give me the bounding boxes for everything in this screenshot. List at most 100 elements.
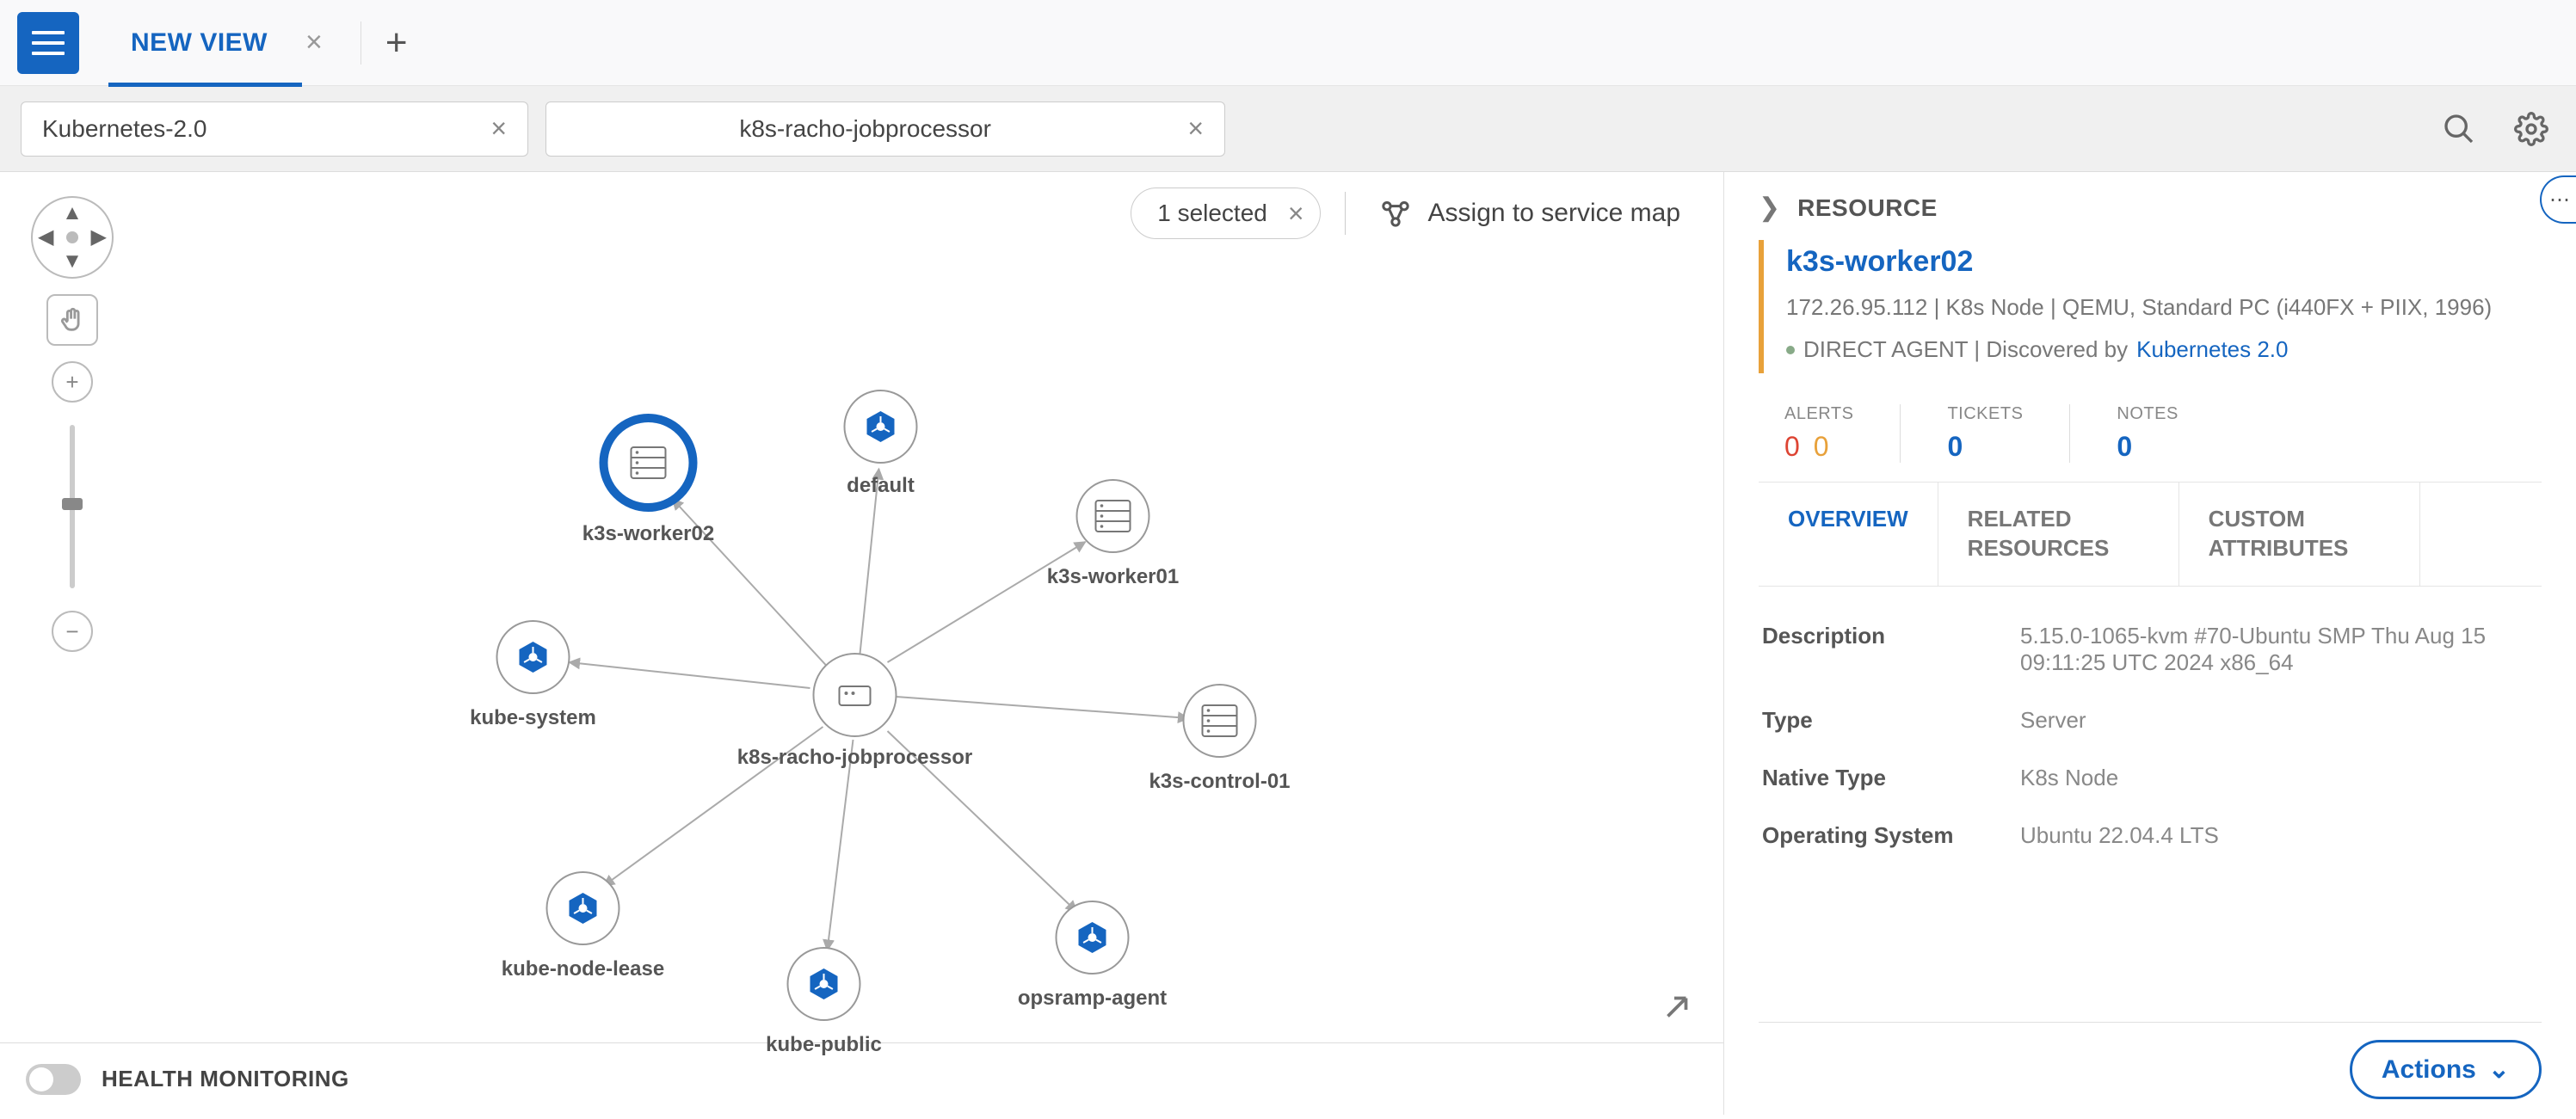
topology-canvas[interactable]: 1 selected × Assign to service map ▲ ▼ ◀… xyxy=(0,172,1724,1115)
health-toggle[interactable] xyxy=(26,1064,81,1095)
tab-new-view[interactable]: NEW VIEW × xyxy=(100,0,354,86)
svg-text:kube-system: kube-system xyxy=(470,706,596,729)
map-icon xyxy=(1378,196,1413,231)
pan-control[interactable]: ▲ ▼ ◀ ▶ xyxy=(31,196,114,279)
stat-label: TICKETS xyxy=(1947,404,2023,424)
edge xyxy=(570,662,810,688)
filter-chip-resource[interactable]: k8s-racho-jobprocessor × xyxy=(545,101,1225,157)
more-options-icon[interactable]: ⋯ xyxy=(2540,175,2576,224)
collapse-panel-icon[interactable] xyxy=(1661,992,1692,1030)
separator xyxy=(1345,192,1346,235)
svg-text:k3s-control-01: k3s-control-01 xyxy=(1149,770,1290,793)
tab-overview[interactable]: OVERVIEW xyxy=(1759,483,1938,586)
tab-custom-attributes[interactable]: CUSTOM ATTRIBUTES xyxy=(2179,483,2420,586)
zoom-in-button[interactable]: + xyxy=(52,361,93,403)
selection-chip: 1 selected × xyxy=(1131,188,1320,239)
prop-value: 5.15.0-1065-kvm #70-Ubuntu SMP Thu Aug 1… xyxy=(2020,623,2538,676)
stat-tickets[interactable]: TICKETS 0 xyxy=(1901,404,2070,463)
grab-mode-button[interactable] xyxy=(46,294,98,346)
close-icon[interactable]: × xyxy=(1163,113,1204,144)
resource-summary: k3s-worker02 172.26.95.112 | K8s Node | … xyxy=(1759,240,2542,373)
stat-notes[interactable]: NOTES 0 xyxy=(2070,404,2224,463)
prop-value: K8s Node xyxy=(2020,765,2538,791)
node-kube-public[interactable]: kube-public xyxy=(766,948,882,1056)
prop-key: Description xyxy=(1762,623,2020,676)
node-k3s-worker02[interactable]: k3s-worker02 xyxy=(582,418,714,545)
actions-button[interactable]: Actions ⌄ xyxy=(2350,1040,2542,1099)
assign-service-map-button[interactable]: Assign to service map xyxy=(1370,191,1689,236)
filter-bar: Kubernetes-2.0 × k8s-racho-jobprocessor … xyxy=(0,86,2576,172)
stat-label: NOTES xyxy=(2117,404,2178,424)
tab-related-resources[interactable]: RELATED RESOURCES xyxy=(1938,483,2179,586)
edge xyxy=(828,740,854,950)
filter-chip-integration[interactable]: Kubernetes-2.0 × xyxy=(21,101,528,157)
node-default[interactable]: default xyxy=(845,390,917,497)
hand-icon xyxy=(58,305,87,335)
main-menu-button[interactable] xyxy=(17,12,79,74)
notes-count: 0 xyxy=(2117,431,2132,463)
panel-footer: Actions ⌄ xyxy=(1759,1022,2542,1115)
zoom-out-button[interactable]: − xyxy=(52,611,93,652)
panel-tabs: OVERVIEW RELATED RESOURCES CUSTOM ATTRIB… xyxy=(1759,482,2542,587)
prop-key: Native Type xyxy=(1762,765,2020,791)
node-opsramp-agent[interactable]: opsramp-agent xyxy=(1018,901,1167,1010)
stat-label: ALERTS xyxy=(1784,404,1853,424)
svg-text:default: default xyxy=(847,474,915,497)
edge xyxy=(897,697,1189,718)
prop-value: Ubuntu 22.04.4 LTS xyxy=(2020,822,2538,849)
node-kube-node-lease[interactable]: kube-node-lease xyxy=(502,872,664,981)
zoom-handle[interactable] xyxy=(62,498,83,510)
prop-value: Server xyxy=(2020,707,2538,734)
panel-title: RESOURCE xyxy=(1797,194,1938,222)
pan-right-icon[interactable]: ▶ xyxy=(91,227,107,248)
prop-key: Operating System xyxy=(1762,822,2020,849)
svg-text:opsramp-agent: opsramp-agent xyxy=(1018,987,1167,1010)
node-center[interactable]: k8s-racho-jobprocessor xyxy=(737,654,972,769)
chevron-down-icon: ⌄ xyxy=(2488,1054,2510,1085)
alerts-warning: 0 xyxy=(1814,431,1829,463)
pan-center-icon[interactable] xyxy=(66,231,78,243)
tickets-count: 0 xyxy=(1947,431,1963,463)
overview-properties: Description 5.15.0-1065-kvm #70-Ubuntu S… xyxy=(1759,587,2542,864)
prop-operating-system: Operating System Ubuntu 22.04.4 LTS xyxy=(1762,807,2538,864)
resource-stats: ALERTS 0 0 TICKETS 0 NOTES 0 xyxy=(1759,404,2542,463)
topology-graph: k8s-racho-jobprocessor k3s-worker02 defa… xyxy=(0,172,1723,1115)
prop-description: Description 5.15.0-1065-kvm #70-Ubuntu S… xyxy=(1762,607,2538,692)
svg-text:k3s-worker02: k3s-worker02 xyxy=(582,522,714,545)
clear-selection-icon[interactable]: × xyxy=(1288,198,1304,230)
svg-text:k3s-worker01: k3s-worker01 xyxy=(1047,565,1179,588)
close-icon[interactable]: × xyxy=(466,113,507,144)
main-content: 1 selected × Assign to service map ▲ ▼ ◀… xyxy=(0,172,2576,1115)
node-k3s-worker01[interactable]: k3s-worker01 xyxy=(1047,480,1179,588)
resource-name[interactable]: k3s-worker02 xyxy=(1786,245,2542,279)
search-icon[interactable] xyxy=(2435,105,2483,153)
selection-count: 1 selected xyxy=(1157,200,1267,227)
edge xyxy=(888,542,1086,662)
gear-icon[interactable] xyxy=(2507,105,2555,153)
pan-down-icon[interactable]: ▼ xyxy=(62,251,83,272)
svg-text:k8s-racho-jobprocessor: k8s-racho-jobprocessor xyxy=(737,746,972,769)
svg-text:kube-node-lease: kube-node-lease xyxy=(502,957,664,981)
alerts-critical: 0 xyxy=(1784,431,1800,463)
node-kube-system[interactable]: kube-system xyxy=(470,621,596,729)
top-tab-bar: NEW VIEW × + xyxy=(0,0,2576,86)
svg-text:kube-public: kube-public xyxy=(766,1033,882,1056)
filter-chip-label: k8s-racho-jobprocessor xyxy=(567,115,1163,143)
assign-label: Assign to service map xyxy=(1428,199,1680,228)
stat-alerts[interactable]: ALERTS 0 0 xyxy=(1784,404,1901,463)
tab-close-icon[interactable]: × xyxy=(305,26,323,59)
resource-discovery: DIRECT AGENT | Discovered by Kubernetes … xyxy=(1786,336,2542,363)
status-dot-icon xyxy=(1786,346,1795,354)
zoom-slider[interactable] xyxy=(70,425,75,588)
new-tab-button[interactable]: + xyxy=(368,22,425,65)
node-k3s-control-01[interactable]: k3s-control-01 xyxy=(1149,685,1290,793)
panel-header[interactable]: ❯ RESOURCE xyxy=(1759,193,2542,240)
pan-left-icon[interactable]: ◀ xyxy=(38,227,53,248)
discovery-link[interactable]: Kubernetes 2.0 xyxy=(2136,336,2288,363)
pan-up-icon[interactable]: ▲ xyxy=(62,203,83,224)
actions-label: Actions xyxy=(2382,1055,2476,1085)
tab-label: NEW VIEW xyxy=(131,28,268,58)
resource-subtitle: 172.26.95.112 | K8s Node | QEMU, Standar… xyxy=(1786,291,2542,324)
prop-key: Type xyxy=(1762,707,2020,734)
chevron-right-icon: ❯ xyxy=(1759,193,1780,223)
